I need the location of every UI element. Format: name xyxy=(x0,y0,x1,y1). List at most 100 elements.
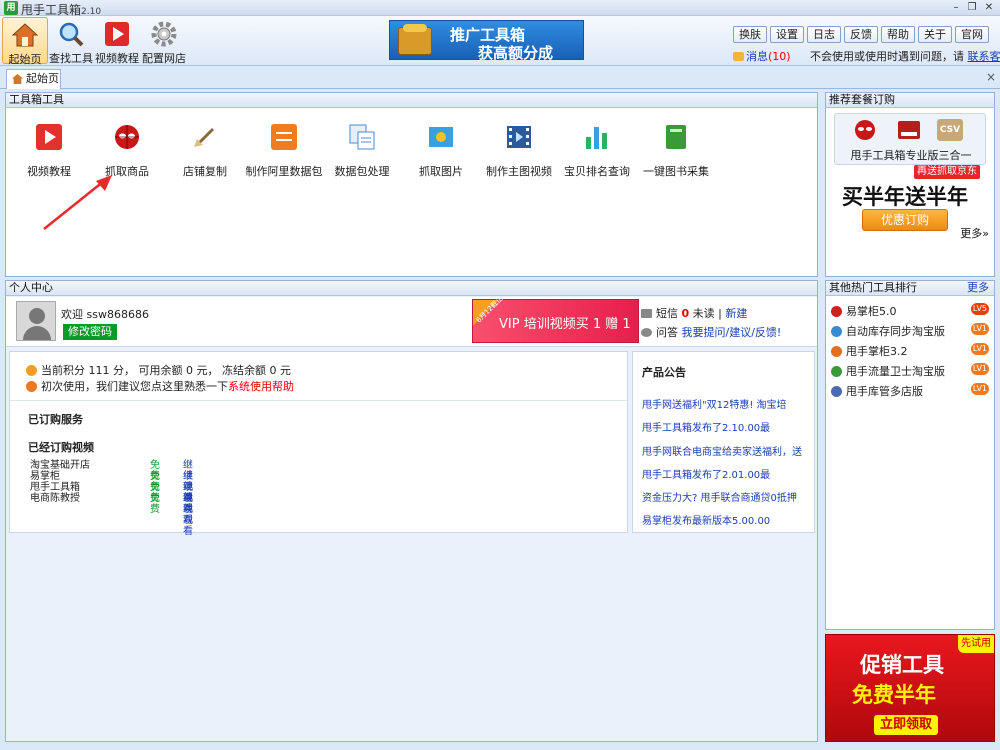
main-toolbar: 起始页 查找工具 视频教程 配置网店 推广工具箱 获高额分成 换肤 设置 日志 … xyxy=(0,16,1000,66)
video-price: 免费 xyxy=(150,493,160,515)
video-name: 电商陈教授 xyxy=(30,493,80,504)
tool-book-collect[interactable]: 一键图书采集 xyxy=(636,123,716,179)
tool-package-process[interactable]: 数据包处理 xyxy=(322,123,402,179)
change-password-button[interactable]: 修改密码 xyxy=(63,324,117,340)
banner-line2: 获高额分成 xyxy=(478,44,554,62)
toolbar-home-button[interactable]: 起始页 xyxy=(2,17,48,66)
news-item[interactable]: 资金压力大? 甩手联合商通贷0抵押 xyxy=(642,489,812,504)
speech-bubble-icon xyxy=(641,328,652,337)
ranking-item-name: 甩手掌柜3.2 xyxy=(846,345,908,358)
restore-button[interactable]: ❐ xyxy=(964,1,980,14)
package-box[interactable]: CSV 甩手工具箱专业版三合一 xyxy=(834,113,986,165)
welcome-text: 欢迎 ssw868686 xyxy=(61,306,149,322)
official-site-button[interactable]: 官网 xyxy=(955,26,989,43)
package-more-link[interactable]: 更多» xyxy=(960,225,989,241)
contact-support-link[interactable]: 联系客服 xyxy=(968,50,1000,63)
close-tab-icon[interactable]: × xyxy=(986,70,996,84)
discount-order-button[interactable]: 优惠订购 xyxy=(862,209,948,231)
level-badge: LV5 xyxy=(970,303,989,315)
help-text: 不会使用或使用时遇到问题，请 联系客服 xyxy=(810,48,1000,64)
vip-training-banner[interactable]: 6月12截止 VIP 培训视频买 1 赠 1 xyxy=(472,294,639,343)
tool-make-main-video[interactable]: 制作主图视频 xyxy=(479,123,559,179)
tool-make-ali-package[interactable]: 制作阿里数据包 xyxy=(244,123,324,179)
news-item[interactable]: 甩手网送福利"双12特惠! 淘宝培 xyxy=(642,396,812,411)
text-edit-icon xyxy=(349,124,375,150)
gear-icon xyxy=(151,21,177,47)
continue-watching-link[interactable]: 继续观看 xyxy=(183,493,193,537)
welcome-prefix: 欢迎 xyxy=(61,308,83,321)
sms-unread-label: 未读 xyxy=(692,307,715,320)
settings-button[interactable]: 设置 xyxy=(770,26,804,43)
ranking-item[interactable]: 易掌柜5.0 LV5 xyxy=(831,303,989,319)
title-bar: 用 甩手工具箱2.10 – ❐ ✕ xyxy=(0,0,1000,17)
app-title-text: 甩手工具箱 xyxy=(21,3,82,17)
envelope-icon xyxy=(641,309,652,318)
promote-toolbox-banner[interactable]: 推广工具箱 获高额分成 xyxy=(389,20,584,62)
log-button[interactable]: 日志 xyxy=(807,26,841,43)
ranking-item[interactable]: 甩手流量卫士淘宝版 LV1 xyxy=(831,363,989,379)
ranking-item[interactable]: 甩手库管多店版 LV1 xyxy=(831,383,989,399)
feedback-button[interactable]: 反馈 xyxy=(844,26,878,43)
tip-row: 初次使用，我们建议您点这里熟悉一下系统使用帮助 xyxy=(26,378,294,394)
video-name: 淘宝基础开店 xyxy=(30,460,90,471)
ranking-item-name: 易掌柜5.0 xyxy=(846,305,897,318)
personal-center-title: 个人中心 xyxy=(6,281,817,296)
about-button[interactable]: 关于 xyxy=(918,26,952,43)
coin-icon xyxy=(26,365,37,376)
tool-rank-query[interactable]: 宝贝排名查询 xyxy=(557,123,637,179)
tab-bar: 起始页 × xyxy=(0,67,1000,89)
tool-label: 制作阿里数据包 xyxy=(245,165,323,178)
ranking-item[interactable]: 自动库存同步淘宝版 LV1 xyxy=(831,323,989,339)
ranking-item-name: 甩手库管多店版 xyxy=(846,385,923,398)
points-text: 当前积分 111 分， 可用余额 0 元， 冻结余额 0 元 xyxy=(41,364,291,377)
toolbar-config-shop-button[interactable]: 配置网店 xyxy=(140,17,188,65)
close-window-button[interactable]: ✕ xyxy=(981,1,997,14)
tool-icon xyxy=(831,386,842,397)
tool-grab-products[interactable]: 抓取商品 xyxy=(87,123,167,179)
tool-grab-images[interactable]: 抓取图片 xyxy=(401,123,481,179)
minimize-button[interactable]: – xyxy=(948,1,964,14)
tab-home[interactable]: 起始页 xyxy=(6,69,61,89)
qa-row: 问答 我要提问/建议/反馈! xyxy=(641,324,781,340)
news-item[interactable]: 易掌柜发布最新版本5.00.00 xyxy=(642,512,812,527)
ranking-header: 其他热门工具排行 更多 xyxy=(826,281,994,296)
system-help-link[interactable]: 系统使用帮助 xyxy=(228,380,294,393)
sms-separator: | xyxy=(718,307,722,320)
message-bell-icon xyxy=(733,52,744,61)
level-badge: LV1 xyxy=(970,363,989,375)
film-icon xyxy=(507,126,531,148)
app-logo-icon: 用 xyxy=(4,1,18,15)
sms-new-link[interactable]: 新建 xyxy=(725,307,747,320)
ranking-item[interactable]: 甩手掌柜3.2 LV1 xyxy=(831,343,989,359)
messages-link[interactable]: 消息(10) xyxy=(733,48,791,64)
user-info-row: 欢迎 ssw868686 修改密码 6月12截止 VIP 培训视频买 1 赠 1… xyxy=(6,294,817,347)
bar-chart-icon xyxy=(586,127,607,149)
news-item[interactable]: 甩手工具箱发布了2.10.00最 xyxy=(642,419,812,434)
messages-label: 消息 xyxy=(746,50,768,63)
hot-tools-ranking-panel: 其他热门工具排行 更多 易掌柜5.0 LV5 自动库存同步淘宝版 LV1 甩手掌柜3.… xyxy=(825,280,995,630)
toolbar-video-tutorial-button[interactable]: 视频教程 xyxy=(94,17,140,65)
toolbar-video-tutorial-label: 视频教程 xyxy=(95,52,139,65)
tool-icon xyxy=(831,366,842,377)
ranking-more-link[interactable]: 更多 xyxy=(967,281,989,295)
news-item[interactable]: 甩手网联合电商宝给卖家送福利，送 xyxy=(642,443,812,458)
tool-video-tutorial[interactable]: 视频教程 xyxy=(9,123,89,179)
toolbar-find-tools-button[interactable]: 查找工具 xyxy=(48,17,94,65)
spider-icon xyxy=(855,120,875,140)
news-item[interactable]: 甩手工具箱发布了2.01.00最 xyxy=(642,466,812,481)
news-title: 产品公告 xyxy=(642,366,686,379)
promo-tools-banner[interactable]: 先试用 促销工具 免费半年 立即领取 xyxy=(825,634,995,742)
tool-shop-copy[interactable]: 店铺复制 xyxy=(165,123,245,179)
ordered-services-title: 已订购服务 xyxy=(28,413,83,426)
level-badge: LV1 xyxy=(970,343,989,355)
tab-home-label: 起始页 xyxy=(26,72,59,85)
tool-icon xyxy=(831,346,842,357)
package-badge: 再送抓取京东 xyxy=(914,165,980,179)
claim-now-button[interactable]: 立即领取 xyxy=(874,715,939,735)
skin-button[interactable]: 换肤 xyxy=(733,26,767,43)
package-panel-title: 推荐套餐订购 xyxy=(826,93,994,108)
toolbar-home-label: 起始页 xyxy=(8,53,42,66)
toolbox-icon xyxy=(898,121,920,139)
ask-question-link[interactable]: 我要提问/建议/反馈! xyxy=(682,326,782,339)
help-button[interactable]: 帮助 xyxy=(881,26,915,43)
